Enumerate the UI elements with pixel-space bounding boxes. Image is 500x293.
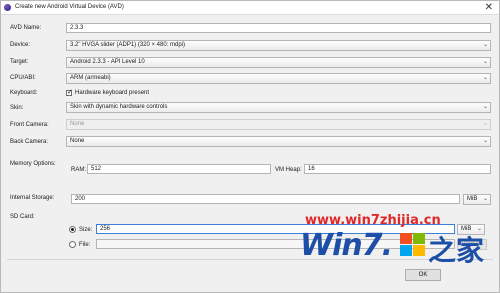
windows-flag-icon: [400, 233, 426, 257]
chevron-down-icon: ⌄: [482, 104, 488, 110]
sd-file-radio[interactable]: [69, 241, 76, 248]
front-camera-label: Front Camera:: [10, 122, 49, 128]
sd-card-label: SD Card:: [10, 214, 35, 220]
target-label: Target:: [10, 59, 29, 65]
cpu-abi-select[interactable]: ARM (armeabi) ⌄: [66, 73, 491, 84]
android-sdk-icon: [4, 4, 11, 11]
watermark-logo: Win7. 之家: [300, 225, 484, 269]
target-select[interactable]: Android 2.3.3 - API Level 10 ⌄: [66, 57, 491, 68]
skin-label: Skin:: [10, 105, 24, 111]
chevron-down-icon: ⌄: [482, 121, 488, 127]
front-camera-value: None: [70, 121, 85, 127]
device-value: 3.2" HVGA slider (ADP1) (320 × 480: mdpi…: [70, 42, 186, 48]
memory-options-label: Memory Options:: [10, 161, 56, 167]
cpu-abi-value: ARM (armeabi): [70, 75, 111, 81]
hardware-keyboard-label: Hardware keyboard present: [75, 90, 150, 96]
ram-label: RAM:: [71, 167, 86, 173]
internal-storage-label: Internal Storage:: [10, 195, 55, 201]
avd-name-input[interactable]: 2.3.3: [66, 23, 491, 33]
front-camera-select: None ⌄: [66, 119, 491, 130]
window-title: Create new Android Virtual Device (AVD): [15, 4, 124, 10]
avd-name-label: AVD Name:: [10, 25, 42, 31]
sd-size-radio[interactable]: [69, 226, 76, 233]
ok-button[interactable]: OK: [405, 269, 441, 281]
skin-value: Skin with dynamic hardware controls: [70, 104, 168, 110]
cpu-abi-label: CPU/ABI:: [10, 75, 36, 81]
chevron-down-icon: ⌄: [482, 59, 488, 65]
skin-select[interactable]: Skin with dynamic hardware controls ⌄: [66, 102, 491, 113]
device-label: Device:: [10, 42, 31, 48]
back-camera-select[interactable]: None ⌄: [66, 136, 491, 147]
internal-storage-unit: MiB: [467, 196, 478, 202]
close-icon[interactable]: ✕: [485, 2, 493, 13]
hardware-keyboard-checkbox[interactable]: [66, 88, 73, 96]
chevron-down-icon: ⌄: [482, 42, 488, 48]
vm-heap-label: VM Heap:: [275, 167, 302, 173]
watermark-brand: Win7.: [300, 228, 393, 263]
device-select[interactable]: 3.2" HVGA slider (ADP1) (320 × 480: mdpi…: [66, 40, 491, 51]
chevron-down-icon: ⌄: [482, 138, 488, 144]
vm-heap-input[interactable]: 16: [304, 164, 491, 174]
chevron-down-icon: ⌄: [482, 196, 488, 202]
back-camera-value: None: [70, 138, 85, 144]
chevron-down-icon: ⌄: [482, 75, 488, 81]
internal-storage-unit-select[interactable]: MiB ⌄: [463, 194, 491, 205]
title-bar: Create new Android Virtual Device (AVD) …: [1, 1, 499, 15]
watermark-brand-cn: 之家: [428, 234, 485, 267]
back-camera-label: Back Camera:: [10, 139, 49, 145]
keyboard-label: Keyboard:: [10, 90, 38, 96]
target-value: Android 2.3.3 - API Level 10: [70, 59, 145, 65]
internal-storage-input[interactable]: 200: [71, 194, 460, 204]
sd-file-label: File:: [79, 242, 91, 248]
sd-size-label: Size:: [79, 227, 93, 233]
ram-input[interactable]: 512: [87, 164, 271, 174]
